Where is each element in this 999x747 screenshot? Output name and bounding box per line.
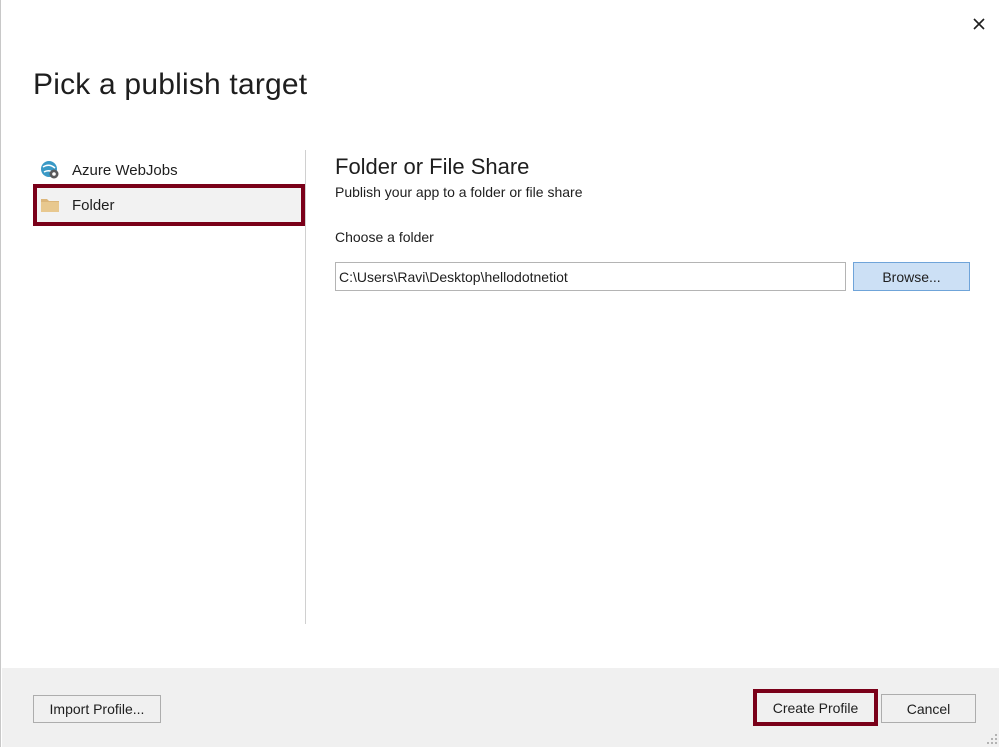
create-profile-highlight: Create Profile: [753, 689, 878, 726]
folder-path-input[interactable]: [335, 262, 846, 291]
resize-grip-icon[interactable]: [986, 733, 998, 745]
panel-divider: [305, 150, 306, 624]
import-profile-button[interactable]: Import Profile...: [33, 695, 161, 723]
dialog-footer: Import Profile... Create Profile Cancel: [2, 668, 999, 747]
close-icon: [973, 18, 985, 30]
target-label-azure-webjobs: Azure WebJobs: [72, 161, 178, 179]
choose-folder-label: Choose a folder: [335, 229, 434, 245]
cancel-button[interactable]: Cancel: [881, 694, 976, 723]
target-item-azure-webjobs[interactable]: Azure WebJobs: [33, 152, 303, 188]
target-label-folder: Folder: [72, 196, 115, 214]
target-list: Azure WebJobs Folder: [33, 150, 305, 624]
page-title: Pick a publish target: [33, 68, 308, 101]
azure-webjobs-icon: [39, 159, 61, 181]
create-profile-button[interactable]: Create Profile: [757, 693, 874, 722]
close-button[interactable]: [967, 12, 991, 36]
publish-dialog: Pick a publish target Azure WebJobs Fold…: [0, 0, 999, 747]
section-subtitle: Publish your app to a folder or file sha…: [335, 184, 583, 200]
folder-icon: [39, 194, 61, 216]
browse-button[interactable]: Browse...: [853, 262, 970, 291]
target-item-folder[interactable]: Folder: [33, 184, 305, 226]
section-title: Folder or File Share: [335, 154, 530, 179]
